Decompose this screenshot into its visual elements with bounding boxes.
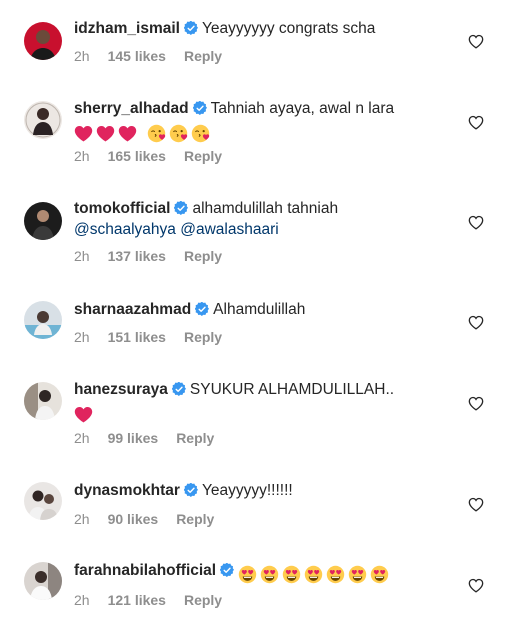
heart-eyes-emoji-icon [370,565,389,584]
emoji-row [238,564,392,585]
avatar[interactable] [24,482,62,520]
comment-username[interactable]: farahnabilahofficial [74,562,216,579]
comment-text: dynasmokhtar Yeayyyyy!!!!!! [74,480,454,501]
comment-time: 2h [74,592,90,608]
like-heart-icon[interactable] [468,315,484,330]
like-heart-icon[interactable] [468,115,484,130]
comment-meta: 2h 165 likes Reply [74,148,240,164]
comment-text: idzham_ismail Yeayyyyyy congrats scha [74,18,454,39]
red-heart-emoji-icon [74,124,93,143]
face-blowing-kiss-emoji-icon [147,124,166,143]
comment-meta: 2h 145 likes Reply [74,48,240,64]
comment-meta: 2h 137 likes Reply [74,248,240,264]
comment-text: farahnabilahofficial [74,560,454,585]
like-heart-icon[interactable] [468,497,484,512]
verified-badge-icon [193,101,207,115]
red-heart-emoji-icon [74,405,93,424]
comment-username[interactable]: tomokofficial [74,200,170,217]
comment-time: 2h [74,48,90,64]
red-heart-emoji-icon [118,124,137,143]
heart-eyes-emoji-icon [304,565,323,584]
like-heart-icon[interactable] [468,215,484,230]
comment-username[interactable]: sharnaazahmad [74,301,191,318]
mention-link[interactable]: @awalashaari [180,221,278,238]
comment-text: tomokofficial alhamdulillah tahniah @scha… [74,198,454,240]
heart-eyes-emoji-icon [260,565,279,584]
comment-username[interactable]: idzham_ismail [74,20,180,37]
comment-meta: 2h 90 likes Reply [74,511,232,527]
comment-body: Yeayyyyyy congrats scha [201,20,376,37]
heart-eyes-emoji-icon [326,565,345,584]
avatar[interactable] [24,301,62,339]
comment-meta: 2h 99 likes Reply [74,430,232,446]
comment-body: Yeayyyyy!!!!!! [201,482,293,499]
reply-button[interactable]: Reply [184,592,222,608]
likes-count[interactable]: 121 likes [108,592,166,608]
face-blowing-kiss-emoji-icon [191,124,210,143]
verified-badge-icon [184,21,198,35]
comment-text: sherry_alhadad Tahniah ayaya, awal n lara [74,98,454,144]
likes-count[interactable]: 151 likes [108,329,166,345]
heart-eyes-emoji-icon [238,565,257,584]
red-heart-emoji-icon [96,124,115,143]
comment-username[interactable]: dynasmokhtar [74,482,180,499]
verified-badge-icon [195,302,209,316]
comment-body: Alhamdulillah [213,301,306,318]
avatar[interactable] [24,382,62,420]
comment-time: 2h [74,329,90,345]
reply-button[interactable]: Reply [184,48,222,64]
comment-text: sharnaazahmad Alhamdulillah [74,299,454,320]
comment-time: 2h [74,248,90,264]
reply-button[interactable]: Reply [184,329,222,345]
comment-meta: 2h 151 likes Reply [74,329,240,345]
like-heart-icon[interactable] [468,578,484,593]
comment-time: 2h [74,148,90,164]
reply-button[interactable]: Reply [176,430,214,446]
verified-badge-icon [220,563,234,577]
comment-username[interactable]: hanezsuraya [74,381,168,398]
reply-button[interactable]: Reply [176,511,214,527]
comment-body: Tahniah ayaya, awal n lara [210,100,395,117]
reply-button[interactable]: Reply [184,148,222,164]
comment-body: alhamdulillah tahniah [192,200,339,217]
likes-count[interactable]: 90 likes [108,511,159,527]
likes-count[interactable]: 145 likes [108,48,166,64]
emoji-row [74,123,213,144]
like-heart-icon[interactable] [468,34,484,49]
verified-badge-icon [184,483,198,497]
like-heart-icon[interactable] [468,396,484,411]
mention-link[interactable]: @schaalyahya [74,221,176,238]
face-blowing-kiss-emoji-icon [169,124,188,143]
verified-badge-icon [174,201,188,215]
likes-count[interactable]: 99 likes [108,430,159,446]
avatar[interactable] [24,202,62,240]
heart-eyes-emoji-icon [282,565,301,584]
reply-button[interactable]: Reply [184,248,222,264]
comment-meta: 2h 121 likes Reply [74,592,240,608]
likes-count[interactable]: 165 likes [108,148,166,164]
comment-body: SYUKUR ALHAMDULILLAH.. [189,381,395,398]
comment-username[interactable]: sherry_alhadad [74,100,189,117]
avatar[interactable] [24,22,62,60]
likes-count[interactable]: 137 likes [108,248,166,264]
comment-time: 2h [74,511,90,527]
emoji-row [74,404,96,425]
comment-time: 2h [74,430,90,446]
avatar[interactable] [24,562,62,600]
heart-eyes-emoji-icon [348,565,367,584]
comment-text: hanezsuraya SYUKUR ALHAMDULILLAH.. [74,379,454,425]
avatar[interactable] [24,101,62,139]
verified-badge-icon [172,382,186,396]
